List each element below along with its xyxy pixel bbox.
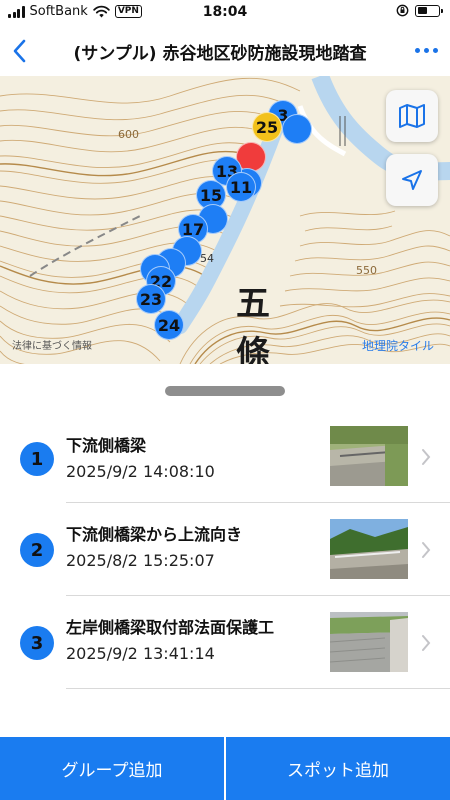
spot-list: 1 下流側橋梁 2025/9/2 14:08:10 2 下流側橋梁から上流向き …	[0, 410, 450, 689]
contour-label: 550	[356, 264, 377, 277]
spot-title: 下流側橋梁から上流向き	[66, 525, 243, 544]
status-bar: SoftBank VPN 18:04	[0, 0, 450, 26]
spot-title: 下流側橋梁	[66, 436, 147, 455]
more-dot-icon	[415, 48, 420, 53]
status-right	[396, 4, 443, 17]
chevron-right-icon	[422, 542, 431, 558]
location-arrow-icon	[402, 170, 422, 190]
battery-icon	[415, 4, 443, 17]
map-marker[interactable]: 24	[154, 310, 184, 340]
map-icon	[399, 104, 425, 128]
page-title: (サンプル) 赤谷地区砂防施設現地踏査	[73, 44, 367, 64]
map-marker[interactable]: 11	[226, 172, 256, 202]
map-marker[interactable]	[282, 114, 312, 144]
place-label: 五	[236, 284, 270, 324]
place-label: 條	[236, 334, 270, 364]
current-location-button[interactable]	[386, 154, 438, 206]
spot-photo-thumbnail	[330, 426, 408, 486]
map-layers-button[interactable]	[386, 90, 438, 142]
list-item[interactable]: 2 下流側橋梁から上流向き 2025/8/2 15:25:07	[0, 503, 450, 596]
rotation-lock-icon	[396, 4, 409, 17]
spot-number-badge: 3	[20, 626, 54, 660]
more-dot-icon	[424, 48, 429, 53]
spot-number-badge: 2	[20, 533, 54, 567]
add-group-button[interactable]: グループ追加	[0, 737, 224, 800]
chevron-right-icon	[422, 449, 431, 465]
map-marker[interactable]: 25	[252, 112, 282, 142]
spot-photo-thumbnail	[330, 519, 408, 579]
list-item[interactable]: 3 左岸側橋梁取付部法面保護工 2025/9/2 13:41:14	[0, 596, 450, 689]
spot-title: 左岸側橋梁取付部法面保護工	[66, 618, 275, 637]
back-button[interactable]	[10, 38, 30, 64]
spot-date: 2025/9/2 13:41:14	[66, 644, 215, 663]
map-attribution[interactable]: 地理院タイル	[362, 337, 434, 354]
status-time: 18:04	[202, 4, 248, 20]
add-spot-button[interactable]: スポット追加	[224, 737, 450, 800]
map-marker[interactable]: 23	[136, 284, 166, 314]
spot-date: 2025/9/2 14:08:10	[66, 462, 215, 481]
more-options-button[interactable]	[415, 48, 438, 53]
sheet-grabber[interactable]	[165, 386, 285, 396]
spot-photo-thumbnail	[330, 612, 408, 672]
map-view[interactable]: 600 550 54 五 條 3 25 13 11 15 17 22 23 24…	[0, 76, 450, 364]
map-legal-link[interactable]: 法律に基づく情報	[12, 337, 92, 352]
more-dot-icon	[433, 48, 438, 53]
contour-label: 54	[200, 252, 214, 265]
nav-bar: (サンプル) 赤谷地区砂防施設現地踏査	[0, 26, 450, 76]
spot-date: 2025/8/2 15:25:07	[66, 551, 215, 570]
bottom-action-bar: グループ追加 スポット追加	[0, 737, 450, 800]
contour-label: 600	[118, 128, 139, 141]
divider	[66, 688, 450, 689]
spot-number-badge: 1	[20, 442, 54, 476]
chevron-right-icon	[422, 635, 431, 651]
list-item[interactable]: 1 下流側橋梁 2025/9/2 14:08:10	[0, 410, 450, 503]
